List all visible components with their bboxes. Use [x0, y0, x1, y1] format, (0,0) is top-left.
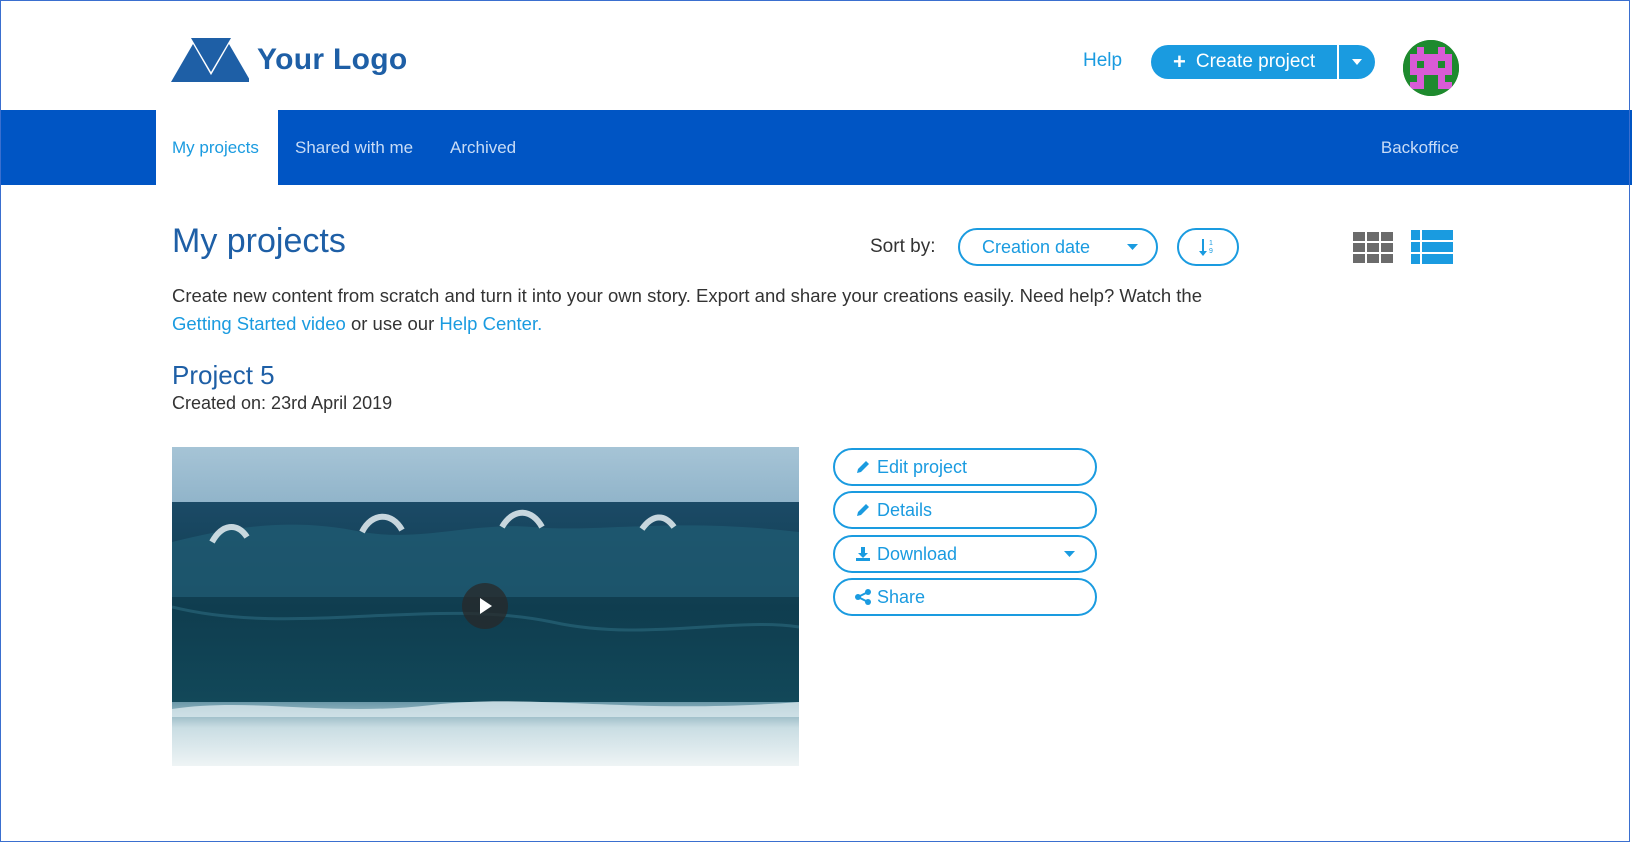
- avatar[interactable]: [1403, 40, 1459, 96]
- nav-backoffice[interactable]: Backoffice: [1381, 110, 1459, 185]
- list-view-icon: [1411, 230, 1453, 264]
- play-icon: [480, 598, 492, 614]
- getting-started-link[interactable]: Getting Started video: [172, 313, 346, 334]
- avatar-pattern-icon: [1403, 40, 1459, 96]
- tab-shared-with-me[interactable]: Shared with me: [295, 110, 413, 185]
- sort-value: Creation date: [982, 236, 1091, 257]
- grid-view-toggle[interactable]: [1353, 232, 1393, 269]
- share-label: Share: [877, 586, 926, 607]
- list-view-toggle[interactable]: [1411, 230, 1453, 269]
- project-title[interactable]: Project 5: [172, 360, 275, 391]
- sort-order-icon: 1 9: [1199, 239, 1213, 256]
- grid-view-icon: [1353, 232, 1393, 263]
- logo-triangles-icon: [171, 38, 249, 82]
- intro-mid: or use our: [350, 313, 435, 334]
- create-project-group: + Create project: [1151, 45, 1376, 79]
- chevron-down-icon: [1127, 244, 1138, 250]
- main-nav: My projects Shared with me Archived Back…: [0, 110, 1632, 185]
- sort-label: Sort by:: [870, 236, 936, 257]
- project-created-date: Created on: 23rd April 2019: [172, 393, 393, 413]
- tab-my-projects[interactable]: My projects: [156, 110, 278, 185]
- chevron-down-icon: [1064, 551, 1075, 557]
- download-button[interactable]: Download: [833, 535, 1097, 573]
- pencil-icon: [857, 461, 869, 473]
- share-icon: [855, 589, 871, 605]
- create-project-button[interactable]: + Create project: [1151, 45, 1338, 79]
- chevron-down-icon: [1352, 59, 1363, 65]
- page-title: My projects: [172, 222, 346, 260]
- brand-logo[interactable]: Your Logo: [171, 38, 407, 82]
- download-label: Download: [877, 543, 958, 564]
- pencil-icon: [857, 504, 869, 516]
- top-header: Your Logo Help + Create project: [0, 0, 1632, 110]
- plus-icon: +: [1173, 49, 1186, 74]
- details-label: Details: [877, 499, 933, 520]
- play-button[interactable]: [462, 583, 508, 629]
- svg-text:1: 1: [1209, 240, 1213, 247]
- tab-archived[interactable]: Archived: [450, 110, 516, 185]
- create-project-label: Create project: [1195, 51, 1316, 72]
- sort-order-toggle[interactable]: 1 9: [1177, 228, 1239, 266]
- intro-body: Create new content from scratch and turn…: [172, 285, 1203, 306]
- svg-text:9: 9: [1209, 248, 1213, 255]
- logo-text: Your Logo: [257, 43, 408, 76]
- intro-text: Create new content from scratch and turn…: [172, 282, 1322, 338]
- help-link[interactable]: Help: [1083, 50, 1122, 72]
- create-project-dropdown[interactable]: [1337, 45, 1376, 79]
- share-button[interactable]: Share: [833, 578, 1097, 616]
- download-icon: [856, 547, 870, 561]
- sort-select[interactable]: Creation date: [958, 228, 1158, 266]
- details-button[interactable]: Details: [833, 491, 1097, 529]
- help-center-link[interactable]: Help Center.: [439, 313, 542, 334]
- edit-project-label: Edit project: [877, 456, 968, 477]
- edit-project-button[interactable]: Edit project: [833, 448, 1097, 486]
- project-video[interactable]: [172, 447, 799, 766]
